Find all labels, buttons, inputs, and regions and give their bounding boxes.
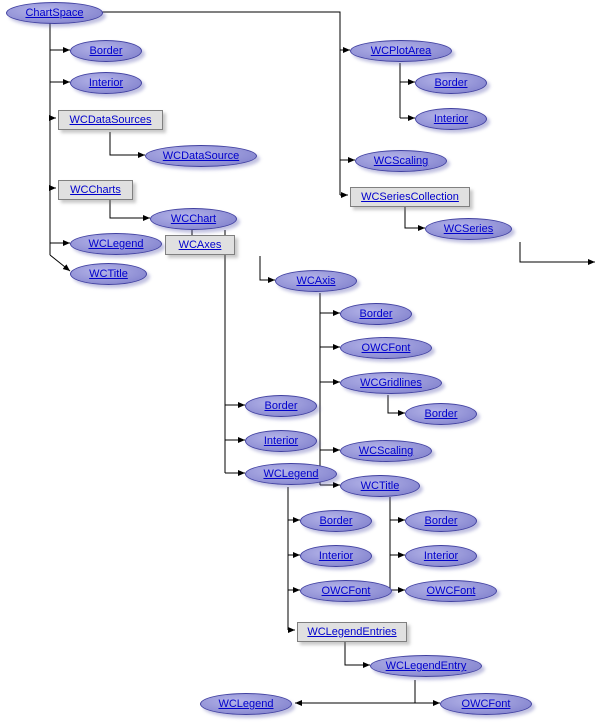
node-wcseries[interactable]: WCSeries [425,218,512,240]
node-interior[interactable]: Interior [70,72,142,94]
node-owcfont[interactable]: OWCFont [440,693,532,715]
node-wcscaling[interactable]: WCScaling [355,150,447,172]
node-interior[interactable]: Interior [300,545,372,567]
label: Interior [434,113,468,125]
node-wclegend[interactable]: WCLegend [200,693,292,715]
label: Interior [319,550,353,562]
label: WCAxes [179,239,222,251]
label: WCLegendEntries [307,626,396,638]
label: Interior [424,550,458,562]
node-border[interactable]: Border [245,395,317,417]
label: WCTitle [89,268,128,280]
node-wcchart[interactable]: WCChart [150,208,237,230]
label: OWCFont [322,585,371,597]
label: WCLegend [218,698,273,710]
label: WCAxis [296,275,335,287]
node-wcseriescollection[interactable]: WCSeriesCollection [350,187,470,207]
node-interior[interactable]: Interior [245,430,317,452]
node-border[interactable]: Border [405,403,477,425]
label: Border [424,515,457,527]
node-wcdatasources[interactable]: WCDataSources [58,110,163,130]
node-wclegend[interactable]: WCLegend [70,233,162,255]
label: Border [359,308,392,320]
node-wclegend[interactable]: WCLegend [245,463,337,485]
node-owcfont[interactable]: OWCFont [340,337,432,359]
label: OWCFont [427,585,476,597]
label: WCLegendEntry [386,660,467,672]
label: WCDataSources [70,114,152,126]
label: WCGridlines [360,377,422,389]
node-owcfont[interactable]: OWCFont [405,580,497,602]
node-wclegendentries[interactable]: WCLegendEntries [297,622,407,642]
node-border[interactable]: Border [340,303,412,325]
node-wclegendentry[interactable]: WCLegendEntry [370,655,482,677]
label: OWCFont [362,342,411,354]
label: OWCFont [462,698,511,710]
label: WCSeriesCollection [361,191,459,203]
node-wccharts[interactable]: WCCharts [58,180,133,200]
label: WCSeries [444,223,494,235]
node-wcscaling[interactable]: WCScaling [340,440,432,462]
label: Interior [264,435,298,447]
label: Border [264,400,297,412]
label: WCChart [171,213,216,225]
label: WCTitle [361,480,400,492]
label: WCDataSource [163,150,239,162]
label: WCLegend [88,238,143,250]
label: Border [424,408,457,420]
label: ChartSpace [25,7,83,19]
label: Border [434,77,467,89]
node-border[interactable]: Border [70,40,142,62]
label: Interior [89,77,123,89]
node-wcaxis[interactable]: WCAxis [275,270,357,292]
node-wcplotarea[interactable]: WCPlotArea [350,40,452,62]
label: WCScaling [359,445,413,457]
node-border[interactable]: Border [415,72,487,94]
label: WCLegend [263,468,318,480]
node-wctitle[interactable]: WCTitle [70,263,147,285]
node-wcaxes[interactable]: WCAxes [165,235,235,255]
label: WCCharts [70,184,121,196]
node-wctitle[interactable]: WCTitle [340,475,420,497]
node-wcgridlines[interactable]: WCGridlines [340,372,442,394]
node-border[interactable]: Border [300,510,372,532]
node-chartspace[interactable]: ChartSpace [6,2,103,24]
label: WCScaling [374,155,428,167]
node-interior[interactable]: Interior [415,108,487,130]
node-border[interactable]: Border [405,510,477,532]
label: WCPlotArea [371,45,432,57]
node-owcfont[interactable]: OWCFont [300,580,392,602]
node-interior[interactable]: Interior [405,545,477,567]
label: Border [89,45,122,57]
label: Border [319,515,352,527]
node-wcdatasource[interactable]: WCDataSource [145,145,257,167]
